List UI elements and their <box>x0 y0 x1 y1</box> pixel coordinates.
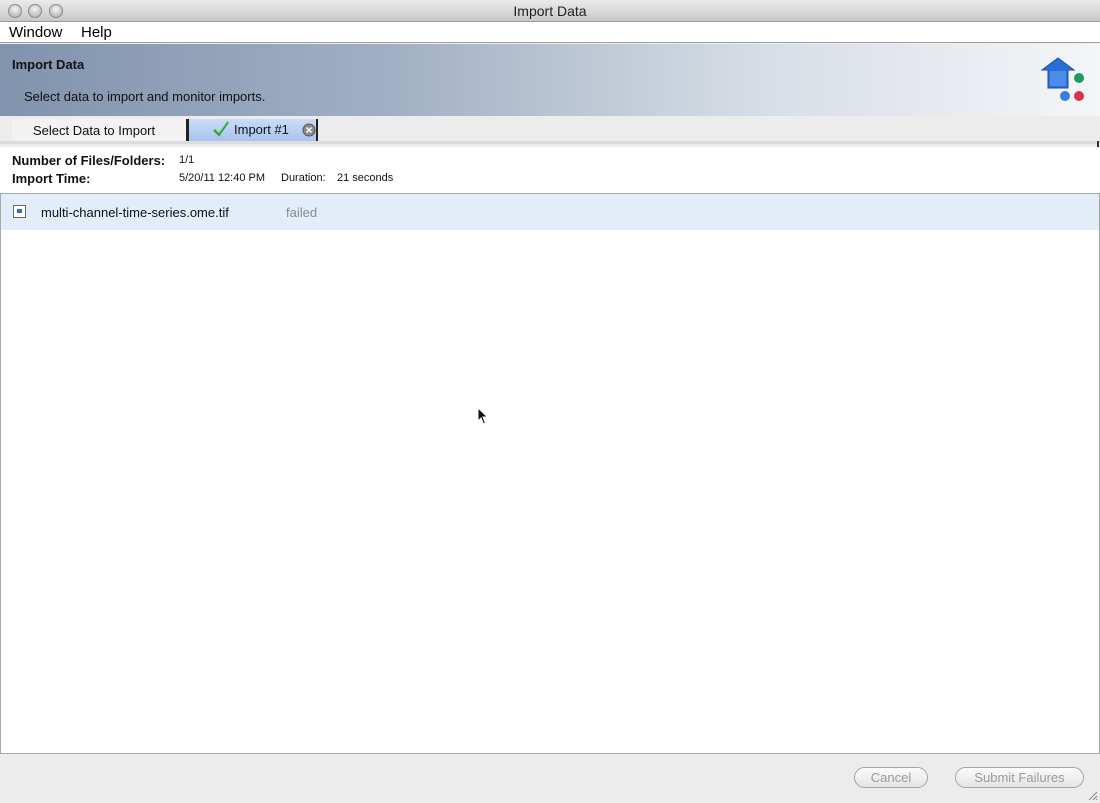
menu-bar: Window Help <box>0 22 1100 43</box>
menu-window[interactable]: Window <box>9 24 62 41</box>
import-logo-icon <box>1040 57 1084 101</box>
duration-value: 21 seconds <box>337 172 394 184</box>
submit-failures-button[interactable]: Submit Failures <box>955 767 1084 788</box>
header-banner: Import Data Select data to import and mo… <box>0 44 1100 116</box>
files-label: Number of Files/Folders: <box>12 153 166 168</box>
resize-grip-icon[interactable] <box>1086 789 1098 801</box>
file-status: failed <box>286 205 318 220</box>
import-time-value: 5/20/11 12:40 PM <box>179 172 266 184</box>
import-data-window: Import Data Window Help Import Data Sele… <box>0 0 1100 803</box>
tab-strip: Select Data to Import Import #1 <box>0 116 1100 144</box>
cancel-button[interactable]: Cancel <box>854 767 928 788</box>
files-value: 1/1 <box>179 154 195 166</box>
image-file-icon <box>13 205 26 218</box>
import-summary: Number of Files/Folders: 1/1 Import Time… <box>0 147 1100 193</box>
file-name: multi-channel-time-series.ome.tif <box>41 205 229 220</box>
tab-select-data-label: Select Data to Import <box>33 123 156 138</box>
close-tab-icon[interactable] <box>302 123 316 137</box>
checkmark-icon <box>213 121 229 137</box>
file-list: multi-channel-time-series.ome.tif failed <box>0 193 1100 754</box>
tab-import-1-label: Import #1 <box>234 122 289 137</box>
title-bar[interactable]: Import Data <box>0 0 1100 22</box>
banner-title: Import Data <box>12 57 85 72</box>
tab-select-data[interactable]: Select Data to Import <box>12 119 188 141</box>
import-time-label: Import Time: <box>12 171 91 186</box>
window-title: Import Data <box>513 3 587 19</box>
mouse-pointer-icon <box>477 407 489 425</box>
footer: Cancel Submit Failures <box>0 754 1100 803</box>
tab-import-1[interactable]: Import #1 <box>188 119 318 141</box>
list-item[interactable]: multi-channel-time-series.ome.tif failed <box>1 194 1099 230</box>
banner-subtitle: Select data to import and monitor import… <box>24 89 266 104</box>
menu-help[interactable]: Help <box>81 24 112 41</box>
duration-label: Duration: <box>281 172 326 184</box>
